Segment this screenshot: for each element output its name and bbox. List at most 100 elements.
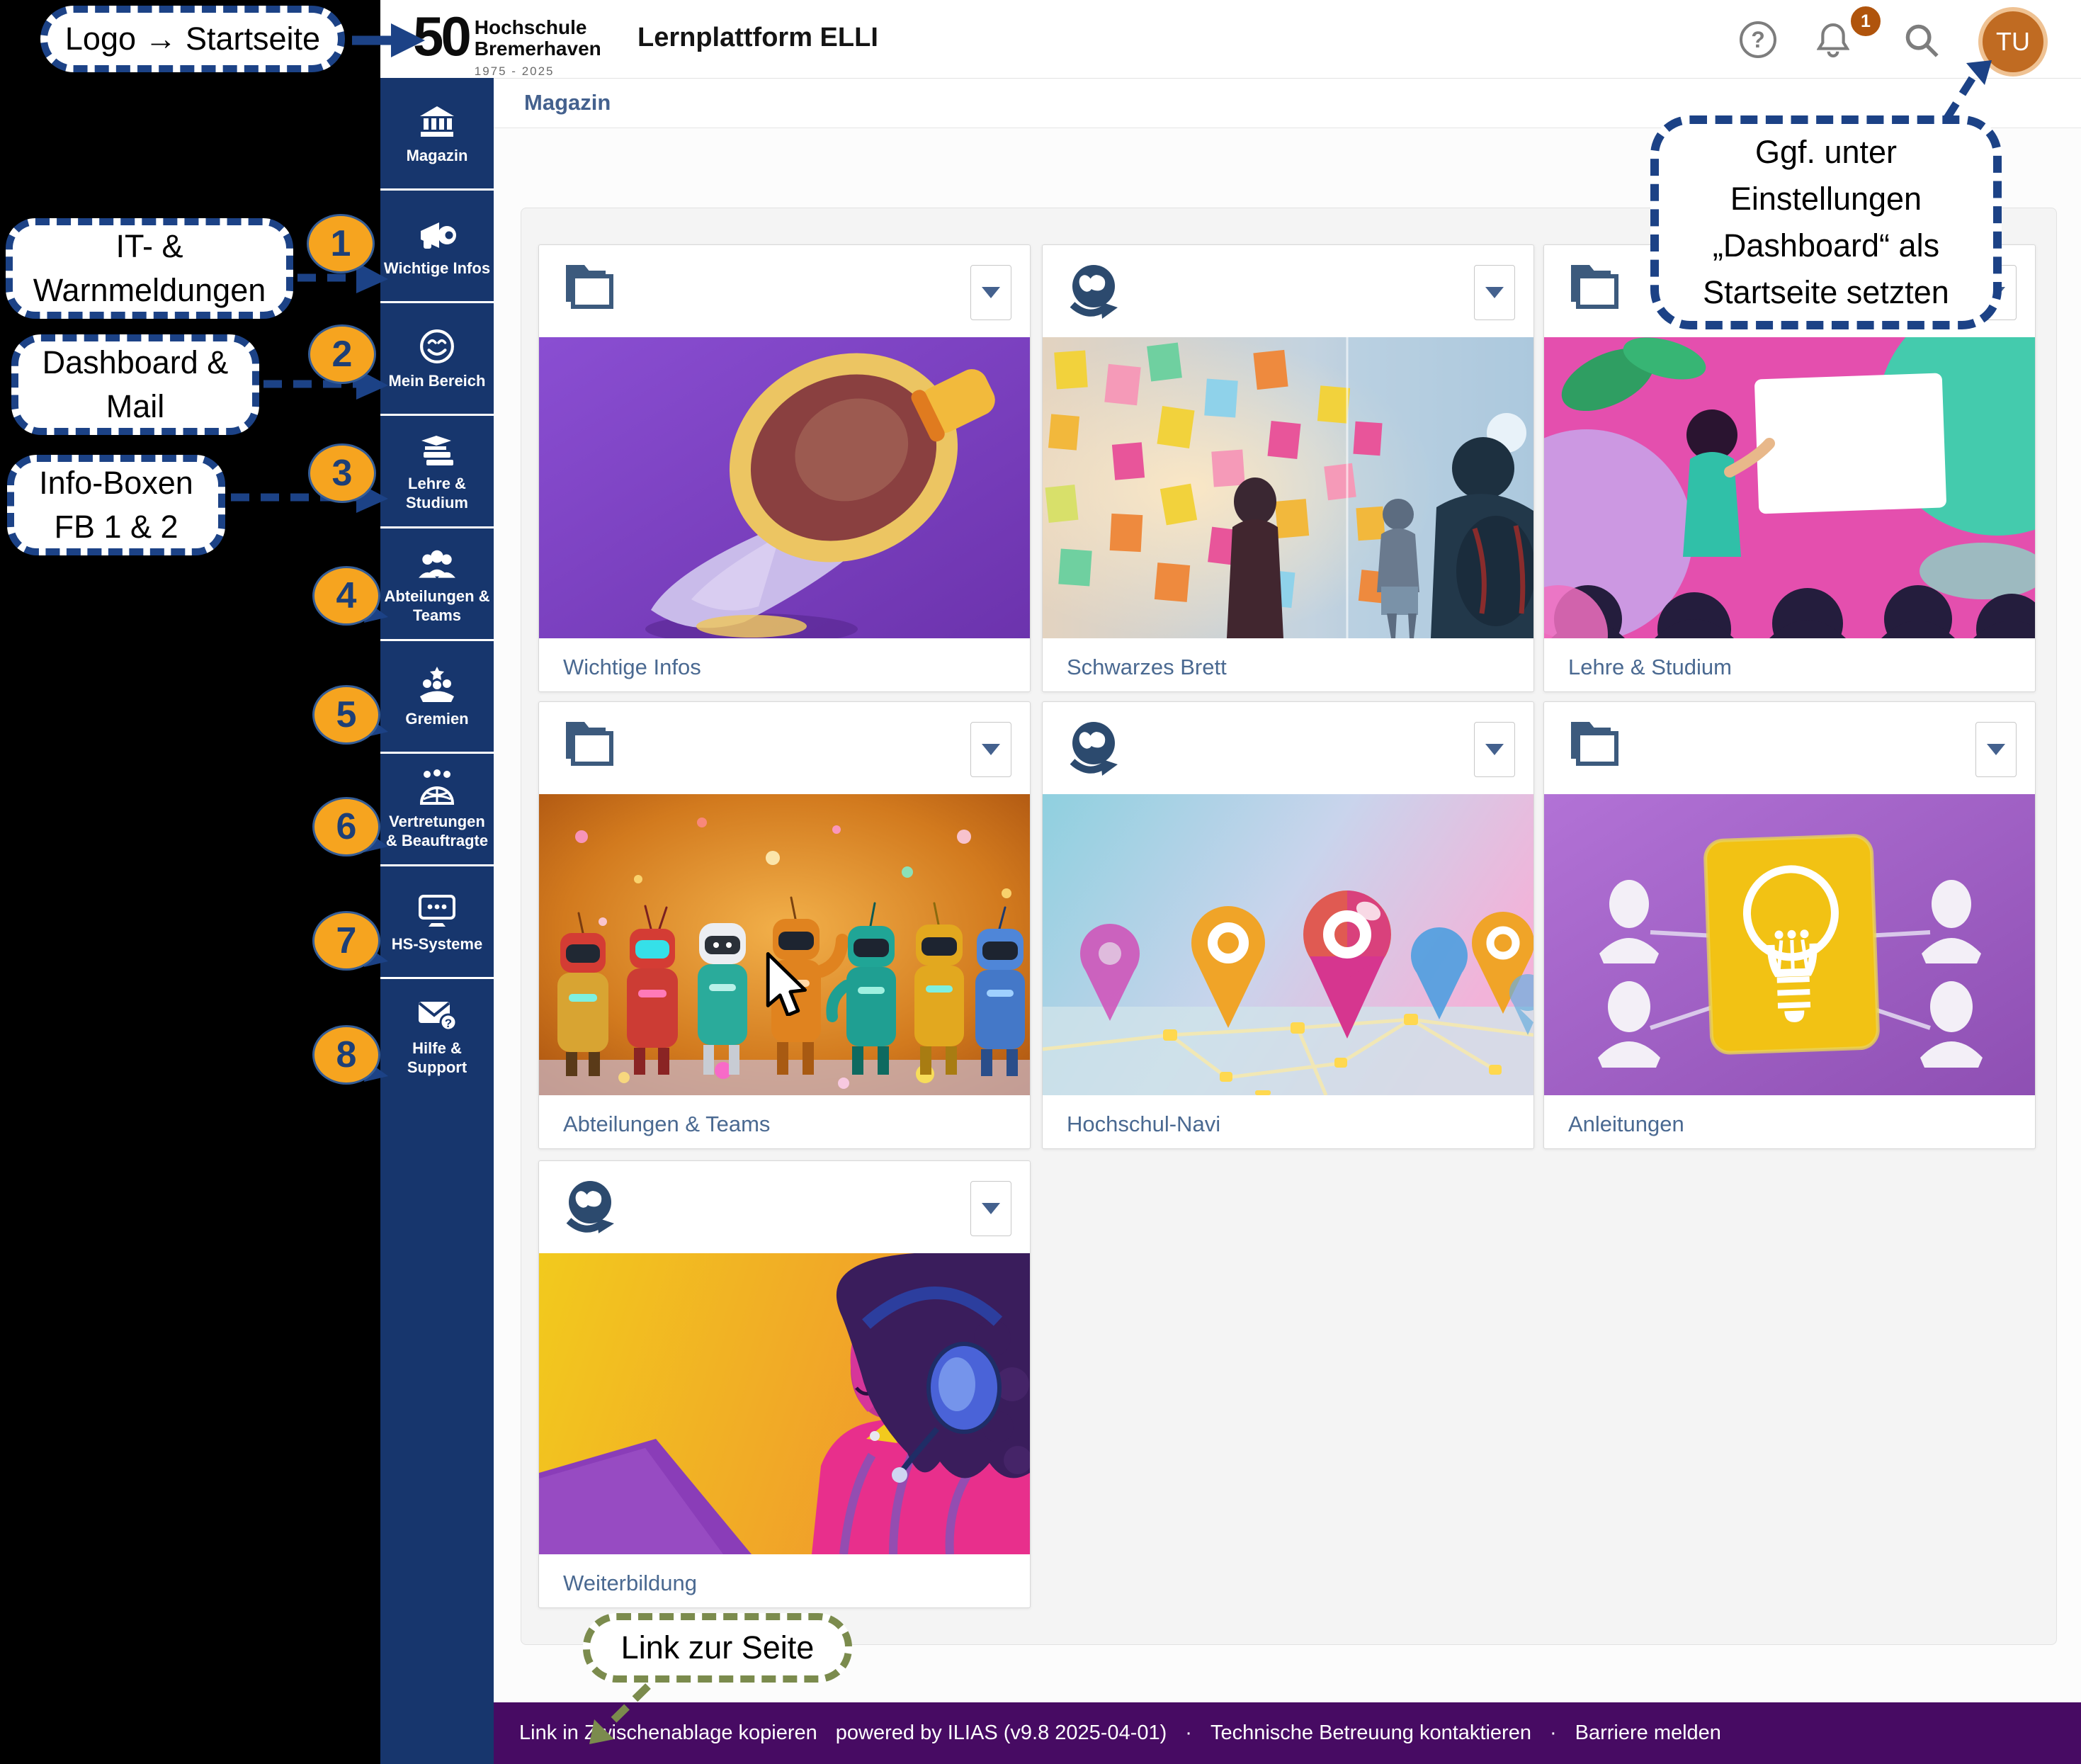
card-anleitungen[interactable]: Anleitungen — [1543, 701, 2036, 1149]
search-icon[interactable] — [1904, 23, 1939, 62]
card-weiterbildung[interactable]: Weiterbildung — [538, 1160, 1031, 1608]
sidebar-item-label: Abteilungen & Teams — [382, 587, 492, 625]
card-image-headphones-woman — [539, 1253, 1030, 1554]
card-title[interactable]: Anleitungen — [1568, 1112, 1684, 1137]
books-icon — [418, 430, 456, 467]
notification-badge: 1 — [1849, 4, 1883, 38]
callout-text: FB 1 & 2 — [54, 505, 178, 549]
card-actions-dropdown[interactable] — [1975, 722, 2017, 777]
card-image-map-pins — [1043, 794, 1533, 1095]
callout-text: „Dashboard“ als — [1713, 222, 1939, 269]
sidebar-item-hilfe-support[interactable]: ? Hilfe & Support — [380, 979, 494, 1092]
card-actions-dropdown[interactable] — [1474, 722, 1515, 777]
number-badge-2: 2 — [308, 324, 376, 384]
card-actions-dropdown[interactable] — [970, 265, 1011, 320]
folder-icon — [1568, 262, 1619, 312]
sidebar-item-magazin[interactable]: Magazin — [380, 78, 494, 191]
sidebar-item-label: HS-Systeme — [392, 934, 482, 954]
bell-icon[interactable] — [1817, 21, 1849, 62]
app-footer: Link in Zwischenablage kopieren powered … — [494, 1702, 2081, 1764]
footer-separator: · — [1550, 1721, 1557, 1745]
number-badge-3: 3 — [308, 443, 376, 503]
card-title[interactable]: Hochschul-Navi — [1067, 1112, 1220, 1137]
card-title[interactable]: Schwarzes Brett — [1067, 655, 1227, 680]
callout-link-zur-seite: Link zur Seite — [583, 1613, 852, 1683]
card-actions-dropdown[interactable] — [1474, 265, 1515, 320]
sidebar-item-label: Vertretungen & Beauftragte — [382, 812, 492, 850]
weblink-icon — [1067, 719, 1119, 781]
sidebar-item-vertretungen-beauftragte[interactable]: Vertretungen & Beauftragte — [380, 754, 494, 866]
logo-line2: Bremerhaven — [475, 38, 601, 60]
chevron-down-icon — [982, 287, 1000, 298]
callout-logo-startseite: Logo → Startseite — [40, 6, 345, 72]
number-badge-5: 5 — [312, 685, 380, 745]
breadcrumb-magazin[interactable]: Magazin — [524, 90, 611, 115]
footer-link-barrier[interactable]: Barriere melden — [1575, 1721, 1721, 1745]
callout-text: IT- & — [115, 225, 183, 268]
mail-help-icon: ? — [417, 995, 457, 1031]
chevron-down-icon — [1987, 744, 2005, 755]
logo-line1: Hochschule — [475, 17, 601, 38]
number-badge-4: 4 — [312, 566, 380, 626]
card-hochschul-navi[interactable]: Hochschul-Navi — [1042, 701, 1534, 1149]
footer-link-support[interactable]: Technische Betreuung kontaktieren — [1210, 1721, 1531, 1745]
sidebar-item-lehre-studium[interactable]: Lehre & Studium — [380, 416, 494, 528]
smiley-icon — [419, 327, 455, 364]
sidebar-item-gremien[interactable]: Gremien — [380, 641, 494, 754]
callout-text: Warnmeldungen — [33, 268, 266, 312]
folder-icon — [563, 719, 614, 769]
help-icon[interactable]: ? — [1738, 20, 1778, 63]
card-wichtige-infos[interactable]: Wichtige Infos — [538, 244, 1031, 692]
chevron-down-icon — [982, 1203, 1000, 1214]
footer-powered-by[interactable]: powered by ILIAS (v9.8 2025-04-01) — [836, 1721, 1167, 1745]
number-badge-6: 6 — [312, 797, 380, 856]
footer-separator: · — [1185, 1721, 1192, 1745]
sidebar-item-wichtige-infos[interactable]: Wichtige Infos — [380, 191, 494, 303]
folder-icon — [563, 262, 614, 312]
card-title[interactable]: Wichtige Infos — [563, 655, 701, 680]
callout-text: Mail — [106, 385, 165, 429]
card-schwarzes-brett[interactable]: Schwarzes Brett — [1042, 244, 1534, 692]
card-image-megaphone — [539, 337, 1030, 638]
hochschule-bremerhaven-logo[interactable]: 50 Hochschule Bremerhaven 1975 - 2025 — [413, 6, 601, 82]
page-title: Lernplattform ELLI — [637, 23, 878, 53]
card-actions-dropdown[interactable] — [970, 1181, 1011, 1236]
committee-icon — [417, 665, 457, 702]
card-title[interactable]: Weiterbildung — [563, 1571, 697, 1596]
svg-text:?: ? — [1751, 27, 1765, 52]
sidebar-item-label: Magazin — [407, 146, 468, 165]
card-image-presentation — [1544, 337, 2035, 638]
card-image-sticky-notes — [1043, 337, 1533, 638]
sidebar-item-label: Wichtige Infos — [384, 259, 490, 278]
sidebar-item-mein-bereich[interactable]: Mein Bereich — [380, 303, 494, 416]
number-badge-1: 1 — [307, 214, 375, 273]
card-title[interactable]: Lehre & Studium — [1568, 655, 1732, 680]
number-badge-8: 8 — [312, 1025, 380, 1085]
callout-text: Logo → Startseite — [65, 17, 320, 61]
sidebar-item-hs-systeme[interactable]: HS-Systeme — [380, 866, 494, 979]
chevron-down-icon — [1485, 287, 1504, 298]
card-actions-dropdown[interactable] — [970, 722, 1011, 777]
footer-link-copy[interactable]: Link in Zwischenablage kopieren — [519, 1721, 817, 1745]
card-abteilungen-teams[interactable]: Abteilungen & Teams — [538, 701, 1031, 1149]
callout-text: Ggf. unter — [1755, 129, 1897, 176]
card-image-lightbulb — [1544, 794, 2035, 1095]
card-image-robots — [539, 794, 1030, 1095]
number-badge-7: 7 — [312, 911, 380, 971]
globe-people-icon — [417, 768, 457, 805]
sidebar-item-label: Mein Bereich — [389, 371, 486, 390]
main-sidebar: Magazin Wichtige Infos Mein Bereich Lehr… — [380, 78, 494, 1764]
svg-text:?: ? — [445, 1017, 452, 1030]
people-icon — [416, 543, 458, 579]
sidebar-item-abteilungen-teams[interactable]: Abteilungen & Teams — [380, 528, 494, 641]
callout-text: Info-Boxen — [39, 461, 193, 505]
callout-it-warnmeldungen: IT- & Warnmeldungen — [6, 218, 293, 319]
avatar[interactable]: TU — [1978, 7, 2048, 77]
callout-text: Link zur Seite — [621, 1626, 815, 1670]
callout-dashboard-startseite: Ggf. unter Einstellungen „Dashboard“ als… — [1650, 115, 2002, 329]
megaphone-icon — [416, 215, 458, 251]
sidebar-item-label: Lehre & Studium — [382, 474, 492, 512]
card-title[interactable]: Abteilungen & Teams — [563, 1112, 770, 1137]
callout-text: Startseite setzten — [1703, 269, 1949, 316]
sidebar-item-label: Hilfe & Support — [382, 1039, 492, 1077]
